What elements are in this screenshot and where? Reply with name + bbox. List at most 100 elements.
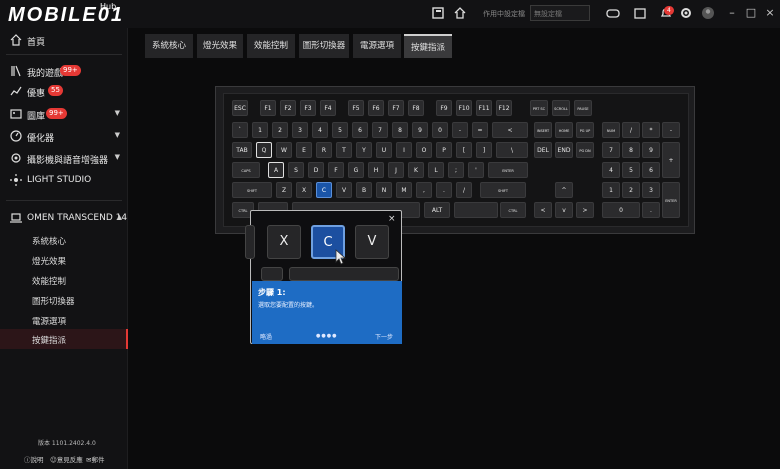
key-row1-20[interactable]: - [662, 122, 680, 138]
key-row3-14[interactable]: 5 [622, 162, 640, 178]
key-row3-9[interactable]: L [428, 162, 444, 178]
maximize-icon[interactable]: □ [744, 6, 758, 19]
key-row2-8[interactable]: I [396, 142, 412, 158]
key-row1-11[interactable]: - [452, 122, 468, 138]
key-row4-10[interactable]: / [456, 182, 472, 198]
home-icon[interactable] [452, 6, 468, 22]
key-row1-14[interactable]: INSERT [534, 122, 552, 138]
key-row2-2[interactable]: W [276, 142, 292, 158]
key-row0-0[interactable]: ESC [232, 100, 248, 116]
key-row0-1[interactable]: F1 [260, 100, 276, 116]
key-row3-2[interactable]: S [288, 162, 304, 178]
key-row2-18[interactable]: 8 [622, 142, 640, 158]
key-row2-13[interactable]: \ [496, 142, 528, 158]
key-row3-10[interactable]: ; [448, 162, 464, 178]
key-row1-19[interactable]: * [642, 122, 660, 138]
tab-key-assign[interactable]: 按鍵指派 [404, 34, 452, 58]
key-blank-2[interactable] [454, 202, 498, 218]
key-row5-6[interactable]: 0 [602, 202, 640, 218]
controller-icon[interactable] [605, 6, 621, 22]
key-row1-15[interactable]: HOME [555, 122, 573, 138]
key-row1-0[interactable]: ` [232, 122, 248, 138]
key-row4-11[interactable]: SHIFT [480, 182, 526, 198]
key-row4-12[interactable]: ^ [555, 182, 573, 198]
key-row0-9[interactable]: F9 [436, 100, 452, 116]
key-row3-1[interactable]: A [268, 162, 284, 178]
sub-item-power[interactable]: 電源選項 [32, 315, 66, 327]
key-row4-2[interactable]: X [296, 182, 312, 198]
key-row3-11[interactable]: ' [468, 162, 484, 178]
key-row2-4[interactable]: R [316, 142, 332, 158]
key-row0-13[interactable]: PRT SC [530, 100, 548, 116]
tab-performance[interactable]: 效能控制 [247, 34, 295, 58]
key-row2-20[interactable]: + [662, 142, 680, 178]
key-row0-4[interactable]: F4 [320, 100, 336, 116]
key-row4-16[interactable]: ENTER [662, 182, 680, 218]
minimize-icon[interactable]: – [725, 6, 739, 19]
key-row2-14[interactable]: DEL [534, 142, 552, 158]
key-row4-3[interactable]: C [316, 182, 332, 198]
key-row2-5[interactable]: T [336, 142, 352, 158]
key-row2-0[interactable]: TAB [232, 142, 252, 158]
tab-system-core[interactable]: 系統核心 [145, 34, 193, 58]
key-row0-14[interactable]: SCROLL LOCK [552, 100, 570, 127]
key-row2-3[interactable]: E [296, 142, 312, 158]
key-row3-8[interactable]: K [408, 162, 424, 178]
sub-item-key-assign[interactable]: 按鍵指派 [32, 334, 66, 346]
key-row4-13[interactable]: 1 [602, 182, 620, 198]
key-row1-10[interactable]: 0 [432, 122, 448, 138]
sidebar-item-light-studio[interactable]: LIGHT STUDIO [0, 170, 128, 190]
avatar-icon[interactable] [700, 6, 716, 22]
key-row3-7[interactable]: J [388, 162, 404, 178]
key-row5-2[interactable]: CTRL [500, 202, 526, 218]
key-row3-0[interactable]: CAPS [232, 162, 260, 178]
key-row4-0[interactable]: SHIFT [232, 182, 272, 198]
key-row4-6[interactable]: N [376, 182, 392, 198]
key-row4-14[interactable]: 2 [622, 182, 640, 198]
key-row3-13[interactable]: 4 [602, 162, 620, 178]
sub-item-lighting[interactable]: 燈光效果 [32, 255, 66, 267]
key-row4-8[interactable]: , [416, 182, 432, 198]
key-row0-8[interactable]: F8 [408, 100, 424, 116]
sidebar-item-optimizer[interactable]: 優化器 ▼ [0, 126, 128, 146]
key-row1-8[interactable]: 8 [392, 122, 408, 138]
key-row4-4[interactable]: V [336, 182, 352, 198]
close-icon[interactable]: × [763, 6, 777, 19]
key-row3-3[interactable]: D [308, 162, 324, 178]
key-row4-15[interactable]: 3 [642, 182, 660, 198]
sidebar-item-deals[interactable]: 優惠 55 [0, 81, 128, 101]
key-row1-13[interactable]: < [492, 122, 528, 138]
key-row0-10[interactable]: F10 [456, 100, 472, 116]
key-row1-16[interactable]: PG UP [576, 122, 594, 138]
profile-select[interactable]: 無設定檔 [530, 5, 590, 21]
key-row2-6[interactable]: Y [356, 142, 372, 158]
key-row4-9[interactable]: . [436, 182, 452, 198]
mail-link[interactable]: ✉郵件 [86, 454, 104, 464]
sub-item-performance[interactable]: 效能控制 [32, 275, 66, 287]
next-button[interactable]: 下一步 [375, 332, 393, 341]
tab-graphics-switcher[interactable]: 圖形切換器 [299, 34, 349, 58]
store-icon[interactable] [632, 6, 648, 22]
key-row1-6[interactable]: 6 [352, 122, 368, 138]
key-row5-7[interactable]: . [642, 202, 660, 218]
key-row2-16[interactable]: PG DN [576, 142, 594, 158]
sidebar-item-camera-audio[interactable]: 攝影機與語音增強器 ▼ [0, 148, 128, 168]
key-row4-7[interactable]: M [396, 182, 412, 198]
tab-lighting[interactable]: 燈光效果 [197, 34, 243, 58]
tab-power[interactable]: 電源選項 [353, 34, 401, 58]
key-row3-4[interactable]: F [328, 162, 344, 178]
key-row3-5[interactable]: G [348, 162, 364, 178]
sub-item-system-core[interactable]: 系統核心 [32, 235, 66, 247]
gear-icon[interactable] [678, 6, 694, 22]
sidebar-item-device[interactable]: OMEN TRANSCEND 14 ▲ [0, 208, 128, 228]
key-row1-12[interactable]: = [472, 122, 488, 138]
key-row0-12[interactable]: F12 [496, 100, 512, 116]
key-row1-2[interactable]: 2 [272, 122, 288, 138]
key-row2-17[interactable]: 7 [602, 142, 620, 158]
help-link[interactable]: ⓘ說明 [24, 454, 44, 464]
news-icon[interactable] [430, 6, 446, 22]
key-row5-1[interactable]: ALT [424, 202, 450, 218]
key-row5-5[interactable]: > [576, 202, 594, 218]
key-row2-10[interactable]: P [436, 142, 452, 158]
key-row1-4[interactable]: 4 [312, 122, 328, 138]
